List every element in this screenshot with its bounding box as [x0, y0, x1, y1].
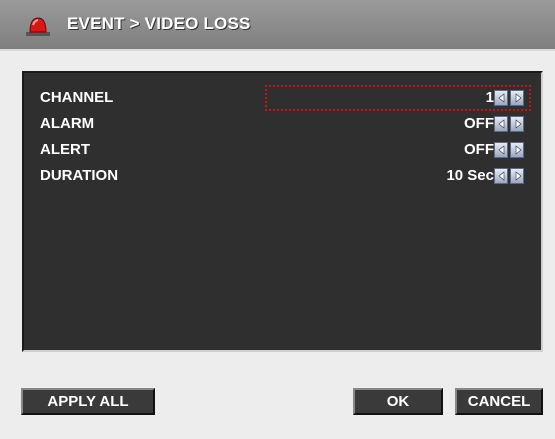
settings-panel: CHANNEL 1 ALARM OFF ALERT OFF DURATION 1… [22, 71, 543, 352]
decrease-arrow-icon[interactable] [494, 116, 508, 132]
setting-label: CHANNEL [40, 89, 114, 106]
cancel-button[interactable]: CANCEL [455, 388, 543, 415]
increase-arrow-icon[interactable] [510, 142, 524, 158]
value-stepper [494, 90, 525, 107]
apply-all-button[interactable]: APPLY ALL [21, 388, 155, 415]
setting-row-alarm[interactable]: ALARM OFF [24, 111, 541, 137]
increase-arrow-icon[interactable] [510, 90, 524, 106]
title-bar: EVENT > VIDEO LOSS [0, 0, 555, 51]
page-title: EVENT > VIDEO LOSS [67, 14, 251, 33]
setting-label: ALARM [40, 115, 95, 132]
increase-arrow-icon[interactable] [510, 116, 524, 132]
value-stepper [494, 116, 525, 133]
setting-row-duration[interactable]: DURATION 10 Sec [24, 163, 541, 189]
alarm-siren-icon [26, 17, 50, 36]
increase-arrow-icon[interactable] [510, 168, 524, 184]
setting-value: OFF [464, 141, 494, 158]
value-stepper [494, 168, 525, 185]
setting-value: OFF [464, 115, 494, 132]
decrease-arrow-icon[interactable] [494, 90, 508, 106]
setting-label: ALERT [40, 141, 90, 158]
setting-row-alert[interactable]: ALERT OFF [24, 137, 541, 163]
setting-row-channel[interactable]: CHANNEL 1 [24, 85, 541, 111]
setting-label: DURATION [40, 167, 119, 184]
value-stepper [494, 142, 525, 159]
ok-button[interactable]: OK [353, 388, 443, 415]
setting-value: 1 [485, 89, 494, 106]
decrease-arrow-icon[interactable] [494, 142, 508, 158]
decrease-arrow-icon[interactable] [494, 168, 508, 184]
setting-value: 10 Sec [446, 167, 494, 184]
